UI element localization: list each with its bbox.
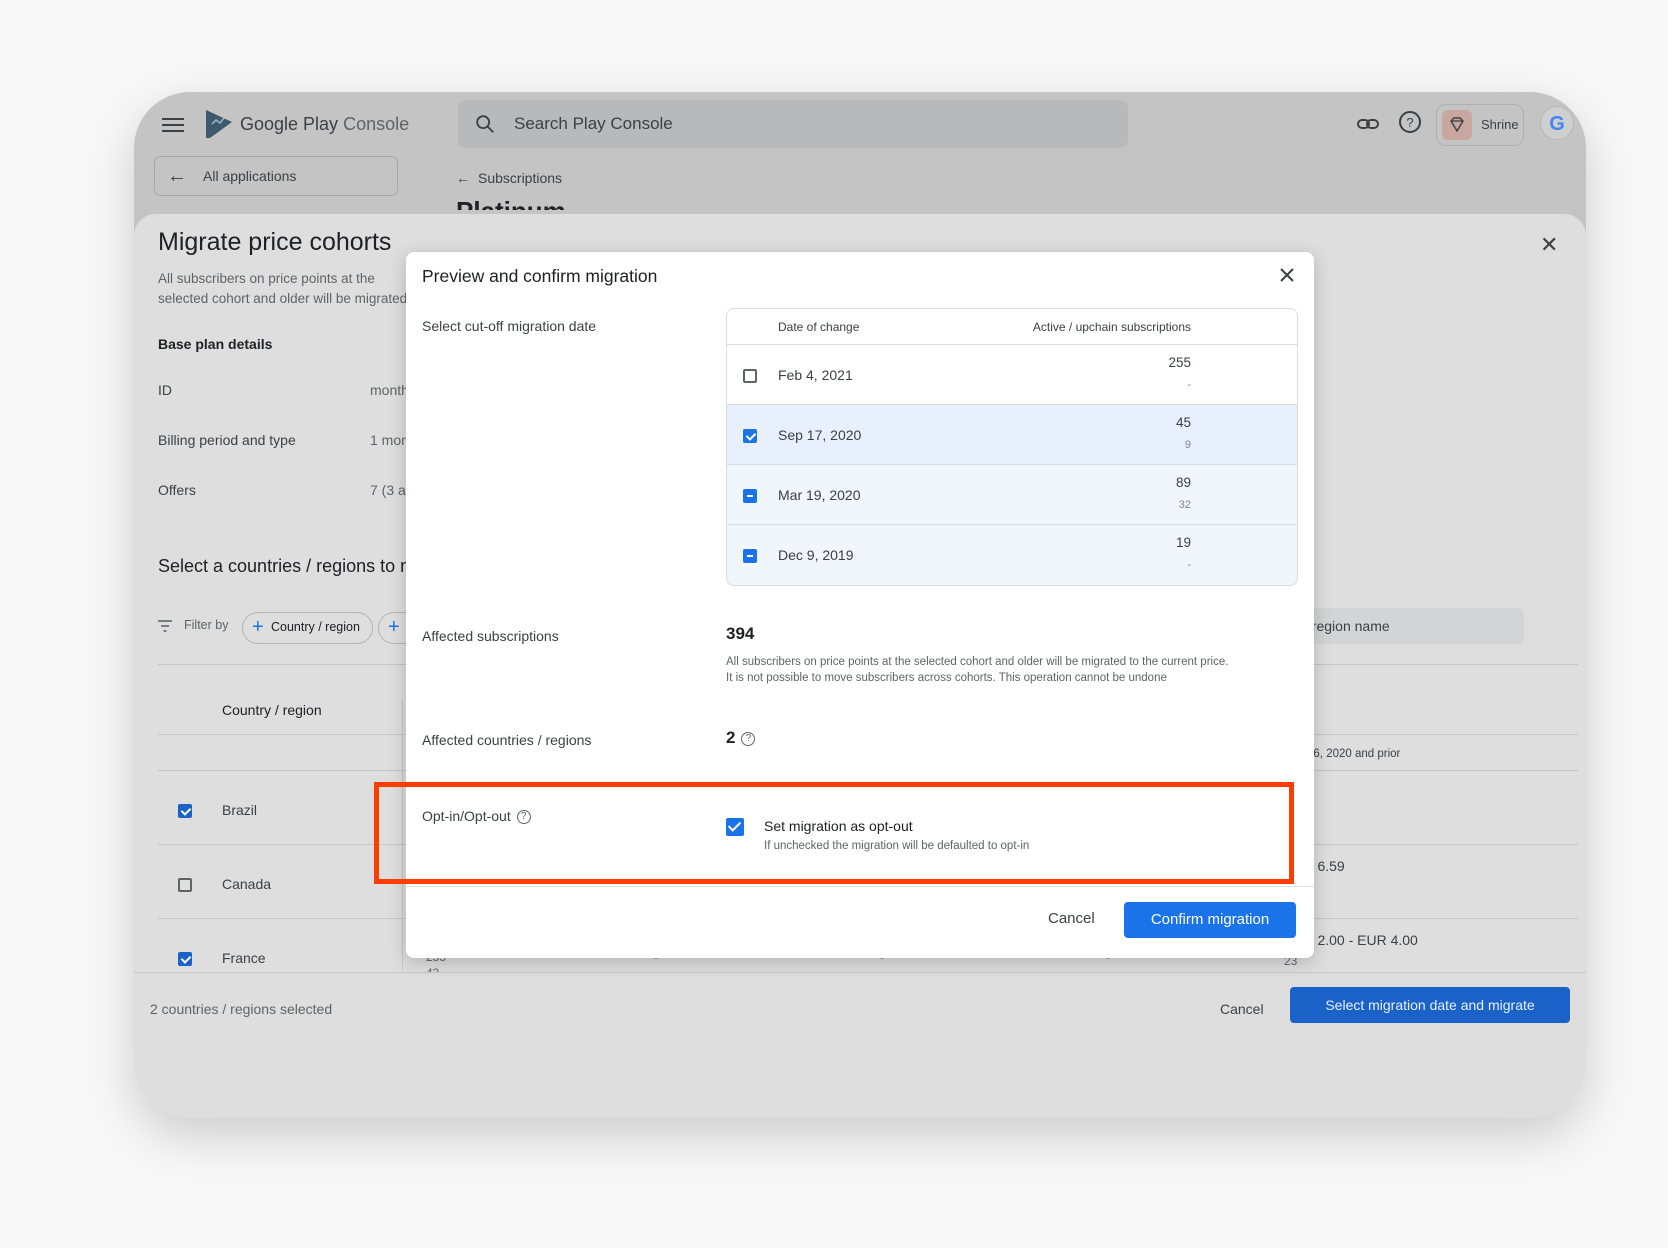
- cancel-button[interactable]: Cancel: [1220, 1001, 1264, 1017]
- close-icon[interactable]: ✕: [1540, 232, 1558, 258]
- cohort-table-header: Date of change Active / upchain subscrip…: [727, 309, 1297, 345]
- breadcrumb[interactable]: ← Subscriptions: [456, 170, 562, 186]
- country-name: Brazil: [222, 802, 258, 818]
- country-name: France: [222, 950, 266, 966]
- search-icon: [476, 115, 494, 133]
- app-name-secondary: Console: [343, 114, 410, 134]
- detail-label: Billing period and type: [158, 432, 296, 448]
- help-icon[interactable]: ?: [1398, 110, 1422, 134]
- affected-regions: 2?: [726, 728, 756, 748]
- active-subscriptions: 45: [1175, 415, 1191, 430]
- upchain-subscriptions: 9: [1184, 439, 1191, 451]
- svg-text:?: ?: [1406, 115, 1413, 130]
- all-applications-label: All applications: [203, 168, 297, 184]
- google-account-avatar[interactable]: G: [1540, 106, 1574, 140]
- affected-note-line: It is not possible to move subscribers a…: [726, 672, 1167, 684]
- top-bar: Google Play Console Search Play Console …: [134, 92, 1586, 212]
- row-checkbox-brazil[interactable]: [178, 804, 192, 818]
- row-checkbox-canada[interactable]: [178, 878, 192, 892]
- cohort-row[interactable]: Dec 9, 2019 19 -: [727, 525, 1297, 585]
- affected-subscriptions-label: Affected subscriptions: [422, 628, 559, 644]
- upchain-subscriptions: -: [1187, 559, 1191, 571]
- cohort-date: Mar 19, 2020: [778, 487, 861, 503]
- divider: [406, 886, 1314, 887]
- selected-count: 2 countries / regions selected: [150, 1001, 333, 1017]
- search-input[interactable]: Search Play Console: [458, 100, 1128, 148]
- affected-subscriptions-value: 394: [726, 624, 755, 643]
- developer-name: Shrine: [1481, 117, 1519, 132]
- filter-icon: [158, 620, 172, 632]
- filter-chip-country-region[interactable]: + Country / region: [242, 612, 373, 644]
- plus-icon: +: [252, 616, 264, 638]
- cutoff-date-label: Select cut-off migration date: [422, 318, 597, 334]
- base-plan-title: Base plan details: [158, 336, 273, 352]
- upchain-subscriptions: -: [1187, 379, 1191, 391]
- cohort-checkbox[interactable]: [743, 369, 757, 383]
- chip-label: Country / region: [271, 620, 360, 634]
- cohort-date: Feb 4, 2021: [778, 367, 853, 383]
- breadcrumb-label: Subscriptions: [478, 170, 563, 186]
- column-header-country: Country / region: [222, 702, 322, 718]
- select-migration-date-button[interactable]: Select migration date and migrate: [1290, 987, 1570, 1023]
- row-checkbox-france[interactable]: [178, 952, 192, 966]
- cohort-date: Dec 9, 2019: [778, 547, 854, 563]
- page-title: Platinum: [456, 196, 566, 210]
- sheet-footer: 2 countries / regions selected Cancel Se…: [134, 972, 1586, 1118]
- affected-regions-label: Affected countries / regions: [422, 732, 592, 748]
- sheet-description: All subscribers on price points at the s…: [158, 271, 408, 313]
- affected-note-line: All subscribers on price points at the s…: [726, 656, 1229, 668]
- plus-icon: +: [388, 616, 400, 638]
- cohort-row[interactable]: Sep 17, 2020 45 9: [727, 405, 1297, 465]
- confirm-migration-button[interactable]: Confirm migration: [1124, 902, 1296, 938]
- active-subscriptions: 255: [1168, 355, 1191, 370]
- country-name: Canada: [222, 876, 272, 892]
- diamond-icon: [1442, 110, 1472, 140]
- cancel-button[interactable]: Cancel: [1048, 910, 1095, 927]
- cohort-checkbox[interactable]: [743, 429, 757, 443]
- dialog-title: Preview and confirm migration: [422, 266, 658, 286]
- filter-label: Filter by: [184, 618, 229, 632]
- cohort-table: Date of change Active / upchain subscrip…: [726, 308, 1298, 586]
- search-placeholder: Search Play Console: [514, 114, 673, 133]
- menu-icon[interactable]: [162, 114, 184, 136]
- back-arrow-icon: ←: [456, 170, 470, 186]
- column-header-date: Date of change: [778, 320, 860, 334]
- active-subscriptions: 19: [1175, 535, 1191, 550]
- column-header-subscriptions: Active / upchain subscriptions: [1032, 320, 1191, 334]
- detail-label: Offers: [158, 482, 196, 498]
- all-applications-button[interactable]: ← All applications: [154, 156, 398, 196]
- close-icon[interactable]: [1276, 264, 1298, 286]
- upchain-subscriptions: 32: [1178, 499, 1191, 511]
- cohort-row[interactable]: Mar 19, 2020 89 32: [727, 465, 1297, 525]
- affected-note: All subscribers on price points at the s…: [726, 654, 1296, 686]
- cohort-checkbox[interactable]: [743, 489, 757, 503]
- active-subscriptions: 89: [1175, 475, 1191, 490]
- back-arrow-icon: ←: [167, 165, 187, 187]
- app-name-primary: Google Play: [240, 114, 339, 134]
- developer-account-button[interactable]: Shrine: [1436, 104, 1524, 146]
- help-icon[interactable]: ?: [741, 731, 756, 746]
- cohort-date: Sep 17, 2020: [778, 427, 862, 443]
- sheet-title: Migrate price cohorts: [158, 228, 392, 256]
- play-console-logo-icon: [206, 110, 232, 138]
- cohort-row[interactable]: Feb 4, 2021 255 -: [727, 345, 1297, 405]
- highlight-annotation-box: [374, 782, 1294, 884]
- affected-regions-value: 2: [726, 728, 736, 747]
- cohort-checkbox[interactable]: [743, 549, 757, 563]
- link-icon[interactable]: [1356, 112, 1380, 136]
- detail-label: ID: [158, 382, 172, 398]
- app-name: Google Play Console: [240, 114, 409, 135]
